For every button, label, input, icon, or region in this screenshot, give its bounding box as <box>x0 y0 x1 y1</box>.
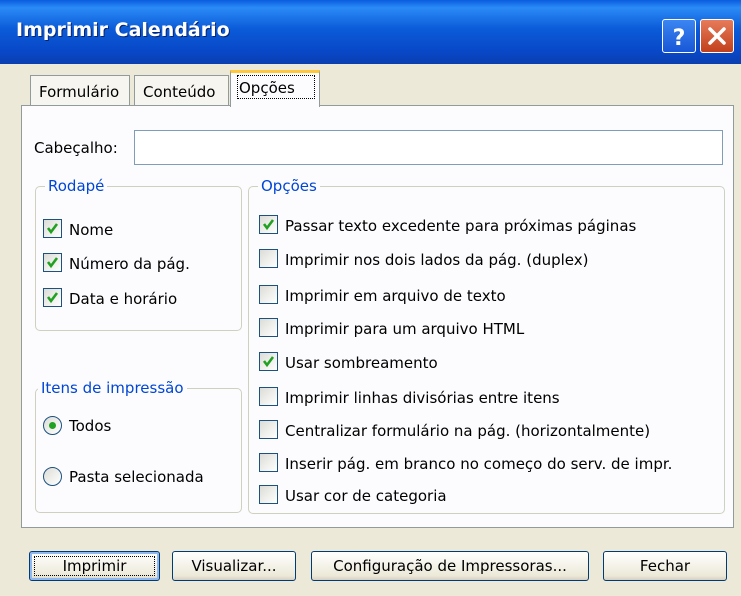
checkbox-label[interactable]: Número da pág. <box>69 255 190 273</box>
svg-text:?: ? <box>673 26 686 51</box>
tab-label: Formulário <box>39 83 120 101</box>
button-label: Configuração de Impressoras... <box>333 557 567 575</box>
checkbox-label[interactable]: Passar texto excedente para próximas pág… <box>285 217 636 235</box>
radio-label[interactable]: Pasta selecionada <box>69 468 204 486</box>
radio-label[interactable]: Todos <box>69 417 111 435</box>
tab-opcoes[interactable]: Opções <box>230 70 320 107</box>
print-items-group-title: Itens de impressão <box>38 379 187 397</box>
printer-setup-button[interactable]: Configuração de Impressoras... <box>311 551 589 581</box>
button-label: Imprimir <box>62 557 127 575</box>
close-button[interactable]: Fechar <box>603 551 727 581</box>
preview-button[interactable]: Visualizar... <box>172 551 296 581</box>
close-icon <box>708 27 726 45</box>
checkbox-label[interactable]: Usar sombreamento <box>285 354 438 372</box>
question-mark-icon: ? <box>673 26 686 51</box>
radio-todos[interactable] <box>43 416 62 435</box>
button-label: Visualizar... <box>191 557 277 575</box>
checkmark-icon <box>46 257 59 269</box>
checkbox-duplex[interactable] <box>259 249 278 268</box>
checkbox-label[interactable]: Imprimir linhas divisórias entre itens <box>285 389 560 407</box>
checkbox-numero-pag[interactable] <box>43 253 62 272</box>
header-label: Cabeçalho: <box>34 139 118 157</box>
options-group-title: Opções <box>258 177 320 195</box>
checkbox-label[interactable]: Usar cor de categoria <box>285 487 447 505</box>
radio-pasta-selecionada[interactable] <box>43 467 62 486</box>
button-label: Fechar <box>639 557 691 575</box>
tab-label: Conteúdo <box>143 83 216 101</box>
tab-formulario[interactable]: Formulário <box>30 75 130 107</box>
tab-conteudo[interactable]: Conteúdo <box>134 75 229 107</box>
print-button[interactable]: Imprimir <box>29 551 160 581</box>
options-tab-panel: Cabeçalho: Rodapé Nome Número da pág. Da… <box>21 105 734 528</box>
checkbox-label[interactable]: Inserir pág. em branco no começo do serv… <box>285 455 672 473</box>
checkmark-icon <box>262 219 275 231</box>
header-input[interactable] <box>134 130 723 165</box>
checkbox-linhas-divisorias[interactable] <box>259 387 278 406</box>
checkbox-arquivo-html[interactable] <box>259 318 278 337</box>
checkbox-nome[interactable] <box>43 219 62 238</box>
print-items-group <box>35 388 242 513</box>
checkbox-arquivo-texto[interactable] <box>259 285 278 304</box>
checkbox-data-horario[interactable] <box>43 288 62 307</box>
checkbox-label[interactable]: Data e horário <box>69 290 177 308</box>
checkmark-icon <box>46 223 59 235</box>
checkbox-label[interactable]: Imprimir em arquivo de texto <box>285 287 506 305</box>
checkbox-label[interactable]: Imprimir nos dois lados da pág. (duplex) <box>285 251 588 269</box>
footer-group-title: Rodapé <box>45 177 108 195</box>
checkbox-sombreamento[interactable] <box>259 352 278 371</box>
help-button[interactable]: ? <box>662 19 696 53</box>
checkbox-label[interactable]: Imprimir para um arquivo HTML <box>285 320 524 338</box>
tab-label: Opções <box>239 79 295 97</box>
checkbox-label[interactable]: Nome <box>69 221 113 239</box>
close-window-button[interactable] <box>700 19 734 53</box>
title-bar[interactable]: Imprimir Calendário ? <box>0 0 741 64</box>
checkmark-icon <box>262 356 275 368</box>
checkbox-cor-categoria[interactable] <box>259 485 278 504</box>
checkbox-pagina-branco[interactable] <box>259 453 278 472</box>
print-calendar-dialog: Imprimir Calendário ? Formulário Conteúd… <box>0 0 741 596</box>
window-title: Imprimir Calendário <box>16 19 230 41</box>
radio-selected-dot <box>49 422 56 429</box>
checkbox-label[interactable]: Centralizar formulário na pág. (horizont… <box>285 422 650 440</box>
checkbox-passar-texto[interactable] <box>259 215 278 234</box>
checkbox-centralizar[interactable] <box>259 420 278 439</box>
checkmark-icon <box>46 292 59 304</box>
